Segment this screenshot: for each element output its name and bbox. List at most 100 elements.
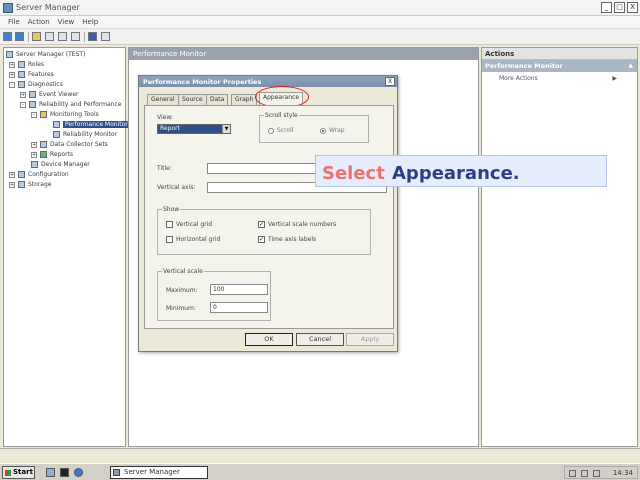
- tree-item-features[interactable]: + Features: [9, 71, 54, 78]
- vertical-grid-checkbox[interactable]: Vertical grid: [166, 221, 212, 228]
- window-title: Server Manager: [16, 3, 80, 12]
- tree-item-server-manager[interactable]: Server Manager (TEST): [6, 51, 85, 58]
- vertical-scale-group: Vertical scale Maximum: 100 Minimum: 0: [157, 268, 271, 321]
- menu-help[interactable]: Help: [82, 16, 98, 28]
- reports-icon: [40, 151, 47, 158]
- export-list-icon[interactable]: [71, 32, 80, 41]
- navigation-tree: Server Manager (TEST) + Roles + Features…: [3, 47, 130, 447]
- tab-general[interactable]: General: [147, 94, 179, 105]
- collapse-icon[interactable]: -: [20, 101, 26, 108]
- expand-icon[interactable]: +: [9, 71, 15, 78]
- maximum-input[interactable]: 100: [210, 284, 268, 295]
- checkbox-checked-icon: ✓: [258, 221, 265, 228]
- configuration-icon: [18, 171, 25, 178]
- tree-item-reliability-performance[interactable]: - Reliability and Performance: [20, 101, 121, 108]
- folder-icon: [40, 111, 47, 118]
- title-label: Title:: [157, 165, 172, 172]
- expand-icon[interactable]: +: [20, 91, 26, 98]
- view-select[interactable]: Report ▼: [157, 124, 231, 134]
- storage-icon: [18, 181, 25, 188]
- keyboard-icon[interactable]: [569, 470, 576, 477]
- tree-item-reports[interactable]: + Reports: [31, 151, 73, 158]
- toolbar: [0, 29, 640, 45]
- dropdown-arrow-icon[interactable]: ▼: [222, 125, 230, 133]
- expand-icon[interactable]: +: [9, 181, 15, 188]
- data-collector-icon: [40, 141, 47, 148]
- menu-action[interactable]: Action: [28, 16, 50, 28]
- horizontal-grid-checkbox[interactable]: Horizontal grid: [166, 236, 220, 243]
- internet-explorer-icon[interactable]: [74, 468, 83, 477]
- tree-item-performance-monitor[interactable]: Performance Monitor: [53, 121, 130, 128]
- minimum-input[interactable]: 0: [210, 302, 268, 313]
- back-icon[interactable]: [3, 32, 12, 41]
- vertical-axis-label: Vertical axis:: [157, 184, 196, 191]
- server-icon: [6, 51, 13, 58]
- cancel-button[interactable]: Cancel: [296, 333, 344, 346]
- properties-dialog: Performance Monitor Properties X General…: [138, 75, 398, 352]
- tab-data[interactable]: Data: [206, 94, 229, 105]
- tree-item-roles[interactable]: + Roles: [9, 61, 44, 68]
- action-pane-icon[interactable]: [101, 32, 110, 41]
- maximum-label: Maximum:: [166, 287, 198, 294]
- reliability-performance-icon: [29, 101, 36, 108]
- close-button[interactable]: X: [627, 2, 638, 13]
- menu-file[interactable]: File: [8, 16, 20, 28]
- expand-icon[interactable]: +: [31, 141, 37, 148]
- server-manager-quicklaunch-icon[interactable]: [46, 468, 55, 477]
- taskbar-server-manager[interactable]: Server Manager: [110, 466, 208, 479]
- server-manager-icon: [3, 3, 13, 13]
- tree-item-reliability-monitor[interactable]: Reliability Monitor: [53, 131, 117, 138]
- server-manager-icon: [113, 469, 120, 476]
- expand-icon[interactable]: +: [9, 61, 15, 68]
- tab-appearance[interactable]: Appearance: [259, 92, 304, 105]
- roles-icon: [18, 61, 25, 68]
- start-button[interactable]: Start: [2, 466, 35, 479]
- radio-selected-icon: [320, 127, 326, 134]
- instruction-callout: Select Appearance.: [315, 155, 607, 187]
- toolbar-separator: [84, 32, 85, 42]
- expand-icon[interactable]: +: [31, 151, 37, 158]
- checkbox-icon: [166, 236, 173, 243]
- wrap-radio[interactable]: Wrap: [320, 127, 345, 134]
- command-prompt-icon[interactable]: [60, 468, 69, 477]
- tree-item-data-collector-sets[interactable]: + Data Collector Sets: [31, 141, 108, 148]
- collapse-icon[interactable]: -: [9, 81, 15, 88]
- ok-button[interactable]: OK: [245, 333, 293, 346]
- properties-icon[interactable]: [58, 32, 67, 41]
- tab-graph[interactable]: Graph: [231, 94, 258, 105]
- actions-header: Actions: [482, 48, 637, 60]
- tree-item-device-manager[interactable]: Device Manager: [31, 161, 90, 168]
- radio-icon: [268, 127, 274, 134]
- maximize-button[interactable]: □: [614, 2, 625, 13]
- submenu-arrow-icon: ▶: [612, 75, 617, 82]
- scroll-radio[interactable]: Scroll: [268, 127, 293, 134]
- dialog-close-button[interactable]: X: [385, 77, 395, 86]
- taskbar: Start Server Manager 14:34: [0, 463, 640, 480]
- diagnostics-icon: [18, 81, 25, 88]
- device-manager-icon: [31, 161, 38, 168]
- forward-icon[interactable]: [15, 32, 24, 41]
- tree-item-event-viewer[interactable]: + Event Viewer: [20, 91, 79, 98]
- tree-item-storage[interactable]: + Storage: [9, 181, 51, 188]
- collapse-icon[interactable]: -: [31, 111, 37, 118]
- up-folder-icon[interactable]: [32, 32, 41, 41]
- menu-view[interactable]: View: [58, 16, 75, 28]
- show-hide-tree-icon[interactable]: [45, 32, 54, 41]
- more-actions-item[interactable]: More Actions ▶: [482, 72, 637, 86]
- tab-source[interactable]: Source: [178, 94, 207, 105]
- tree-item-monitoring-tools[interactable]: - Monitoring Tools: [31, 111, 99, 118]
- event-viewer-icon: [29, 91, 36, 98]
- vertical-scale-numbers-checkbox[interactable]: ✓ Vertical scale numbers: [258, 221, 336, 228]
- help-icon[interactable]: [88, 32, 97, 41]
- time-axis-labels-checkbox[interactable]: ✓ Time axis labels: [258, 236, 316, 243]
- minimize-button[interactable]: _: [601, 2, 612, 13]
- expand-icon[interactable]: +: [9, 171, 15, 178]
- collapse-up-icon[interactable]: ▲: [628, 60, 633, 72]
- tree-item-configuration[interactable]: + Configuration: [9, 171, 69, 178]
- network-icon[interactable]: [581, 470, 588, 477]
- actions-section-header[interactable]: Performance Monitor ▲: [482, 60, 637, 72]
- reliability-monitor-icon: [53, 131, 60, 138]
- volume-icon[interactable]: [593, 470, 600, 477]
- tree-item-diagnostics[interactable]: - Diagnostics: [9, 81, 63, 88]
- apply-button[interactable]: Apply: [346, 333, 394, 346]
